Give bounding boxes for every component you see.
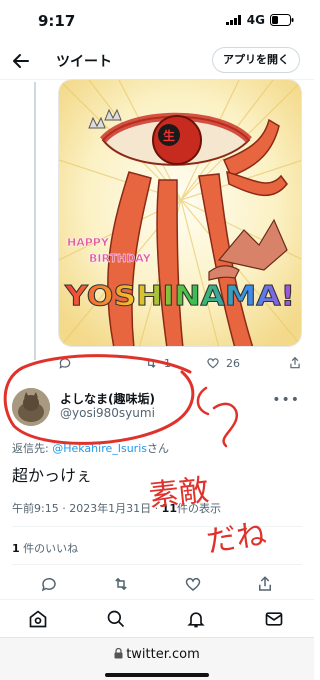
- eye-character: 生: [163, 128, 175, 143]
- bell-icon[interactable]: [186, 609, 206, 629]
- avatar[interactable]: [12, 388, 50, 426]
- tweet-author: よしなま(趣味垢) @yosi980syumi •••: [12, 384, 302, 430]
- retweet-icon: [146, 358, 156, 368]
- art-birthday: BIRTHDAY: [89, 252, 152, 265]
- parent-reply[interactable]: [58, 356, 72, 370]
- lock-icon: [114, 647, 123, 659]
- divider: [12, 526, 302, 527]
- reply-mention-link[interactable]: @Hekahire_Isuris: [52, 442, 147, 455]
- tweet-metadata: 午前9:15 · 2023年1月31日 · 11件の表示: [12, 500, 221, 516]
- mail-icon[interactable]: [264, 609, 284, 629]
- tweet-header: ツイート アプリを開く: [0, 40, 314, 80]
- thread-line: [34, 82, 36, 360]
- likes-label: 件のいいね: [23, 542, 79, 555]
- display-name[interactable]: よしなま(趣味垢): [60, 390, 155, 407]
- status-indicators: 4G: [225, 13, 294, 27]
- search-icon[interactable]: [106, 609, 126, 629]
- reply-suffix: さん: [147, 442, 169, 455]
- heart-icon: [207, 358, 219, 369]
- share-icon[interactable]: [256, 575, 274, 593]
- share-icon: [290, 356, 300, 369]
- parent-retweet-count: 1: [164, 356, 171, 370]
- retweet-icon[interactable]: [112, 575, 130, 593]
- parent-share[interactable]: [288, 356, 302, 370]
- status-time: 9:17: [38, 12, 76, 30]
- art-happy: HAPPY: [67, 236, 110, 249]
- replying-to: 返信先: @Hekahire_Isurisさん: [12, 440, 169, 456]
- likes-count: 1: [12, 542, 20, 555]
- tweet-image[interactable]: 生 HAPPY BIRTHDAY YOSHINAMA!: [58, 79, 302, 347]
- comment-icon[interactable]: [40, 575, 58, 593]
- network-label: 4G: [246, 13, 265, 27]
- tweet-timestamp[interactable]: 午前9:15 · 2023年1月31日 ·: [12, 502, 162, 515]
- tweet-text: 超かっけぇ: [12, 466, 93, 485]
- home-icon[interactable]: [28, 609, 48, 629]
- open-app-button[interactable]: アプリを開く: [212, 47, 300, 73]
- views-label: 件の表示: [176, 502, 221, 515]
- url-label: twitter.com: [126, 647, 200, 662]
- heart-icon[interactable]: [184, 575, 202, 593]
- birthday-illustration: 生 HAPPY BIRTHDAY YOSHINAMA!: [59, 80, 301, 346]
- user-handle[interactable]: @yosi980syumi: [60, 406, 155, 420]
- parent-action-bar: 1 26: [58, 356, 302, 374]
- tweet-action-bar: [0, 572, 314, 596]
- divider: [12, 564, 302, 565]
- more-icon[interactable]: •••: [272, 392, 300, 408]
- arrow-left-icon[interactable]: [10, 50, 32, 72]
- annotation-text-2: だね: [204, 517, 268, 560]
- parent-like-count: 26: [226, 356, 240, 370]
- reply-prefix: 返信先:: [12, 442, 53, 455]
- art-yoshinama: YOSHINAMA!: [64, 279, 295, 312]
- signal-icon: [225, 15, 241, 25]
- battery-icon: [270, 14, 294, 26]
- url-text[interactable]: twitter.com: [0, 647, 314, 662]
- cat-avatar-image: [12, 388, 50, 426]
- comment-icon: [59, 358, 71, 369]
- views-count: 11: [161, 502, 177, 515]
- home-indicator: [105, 673, 209, 677]
- page-title: ツイート: [56, 54, 112, 70]
- status-bar: 9:17 4G: [0, 0, 314, 40]
- parent-like[interactable]: 26: [206, 356, 240, 370]
- bottom-navigation: [0, 599, 314, 637]
- parent-retweet[interactable]: 1: [144, 356, 171, 370]
- likes-summary[interactable]: 1 件のいいね: [12, 540, 78, 556]
